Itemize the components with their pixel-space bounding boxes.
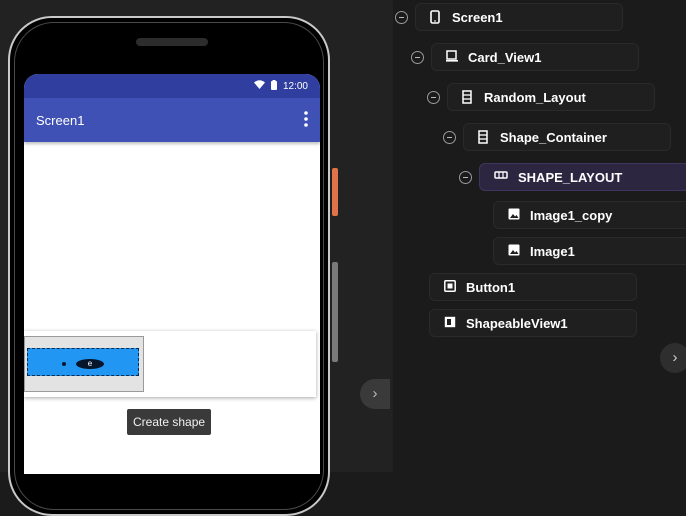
collapse-toggle-random-layout[interactable] bbox=[427, 91, 440, 104]
tree-node-label: Card_View1 bbox=[468, 49, 542, 65]
horizontal-layout-icon bbox=[494, 170, 508, 184]
status-time: 12:00 bbox=[282, 80, 308, 92]
collapse-toggle-shape-layout[interactable] bbox=[459, 171, 472, 184]
tree-node-button1[interactable]: Button1 bbox=[429, 273, 637, 301]
tree-node-label: Button1 bbox=[466, 279, 516, 295]
shape-container[interactable]: e bbox=[24, 336, 144, 392]
card-view[interactable]: e bbox=[24, 331, 316, 397]
battery-icon bbox=[270, 79, 277, 93]
phone-icon bbox=[430, 10, 442, 24]
shape-layout[interactable]: e bbox=[27, 348, 139, 376]
create-shape-tooltip: Create shape bbox=[127, 409, 212, 435]
tree-node-label: Image1 bbox=[530, 243, 575, 259]
tree-node-label: Image1_copy bbox=[530, 207, 613, 223]
tree-node-label: Random_Layout bbox=[484, 89, 586, 105]
image-icon bbox=[508, 244, 520, 258]
collapse-toggle-card-view1[interactable] bbox=[411, 51, 424, 64]
vertical-layout-icon bbox=[478, 130, 490, 144]
app-bar: Screen1 bbox=[24, 98, 320, 142]
image1[interactable]: e bbox=[76, 359, 104, 369]
phone-volume-button bbox=[332, 262, 338, 362]
status-bar: 12:00 bbox=[24, 74, 320, 98]
overflow-menu-icon[interactable] bbox=[304, 110, 308, 130]
button-icon bbox=[444, 280, 456, 294]
phone-side-button bbox=[332, 168, 338, 216]
tree-node-card-view1[interactable]: Card_View1 bbox=[431, 43, 639, 71]
tree-node-shape-container[interactable]: Shape_Container bbox=[463, 123, 671, 151]
tree-node-screen1[interactable]: Screen1 bbox=[415, 3, 623, 31]
tree-node-shape-layout[interactable]: SHAPE_LAYOUT bbox=[479, 163, 686, 191]
tree-node-image1-copy[interactable]: Image1_copy bbox=[493, 201, 686, 229]
tree-node-random-layout[interactable]: Random_Layout bbox=[447, 83, 655, 111]
image-icon bbox=[508, 208, 520, 222]
image1-copy[interactable] bbox=[62, 362, 66, 366]
tree-node-shapeableview1[interactable]: ShapeableView1 bbox=[429, 309, 637, 337]
designer-canvas: 12:00 Screen1 e Create shape › bbox=[0, 0, 393, 516]
collapse-toggle-screen1[interactable] bbox=[395, 11, 408, 24]
shapeable-view-icon bbox=[444, 316, 456, 330]
tree-node-label: Shape_Container bbox=[500, 129, 607, 145]
wifi-icon bbox=[253, 80, 265, 92]
collapse-panel-button[interactable]: › bbox=[360, 379, 390, 409]
tree-node-label: ShapeableView1 bbox=[466, 315, 568, 331]
collapse-toggle-shape-container[interactable] bbox=[443, 131, 456, 144]
vertical-layout-icon bbox=[462, 90, 474, 104]
card-icon bbox=[446, 50, 458, 64]
tree-node-label: Screen1 bbox=[452, 9, 503, 25]
phone-speaker bbox=[136, 38, 208, 46]
app-title: Screen1 bbox=[36, 112, 85, 128]
tree-node-image1[interactable]: Image1 bbox=[493, 237, 686, 265]
expand-panel-button[interactable]: › bbox=[660, 343, 686, 373]
tree-node-label: SHAPE_LAYOUT bbox=[518, 169, 623, 185]
